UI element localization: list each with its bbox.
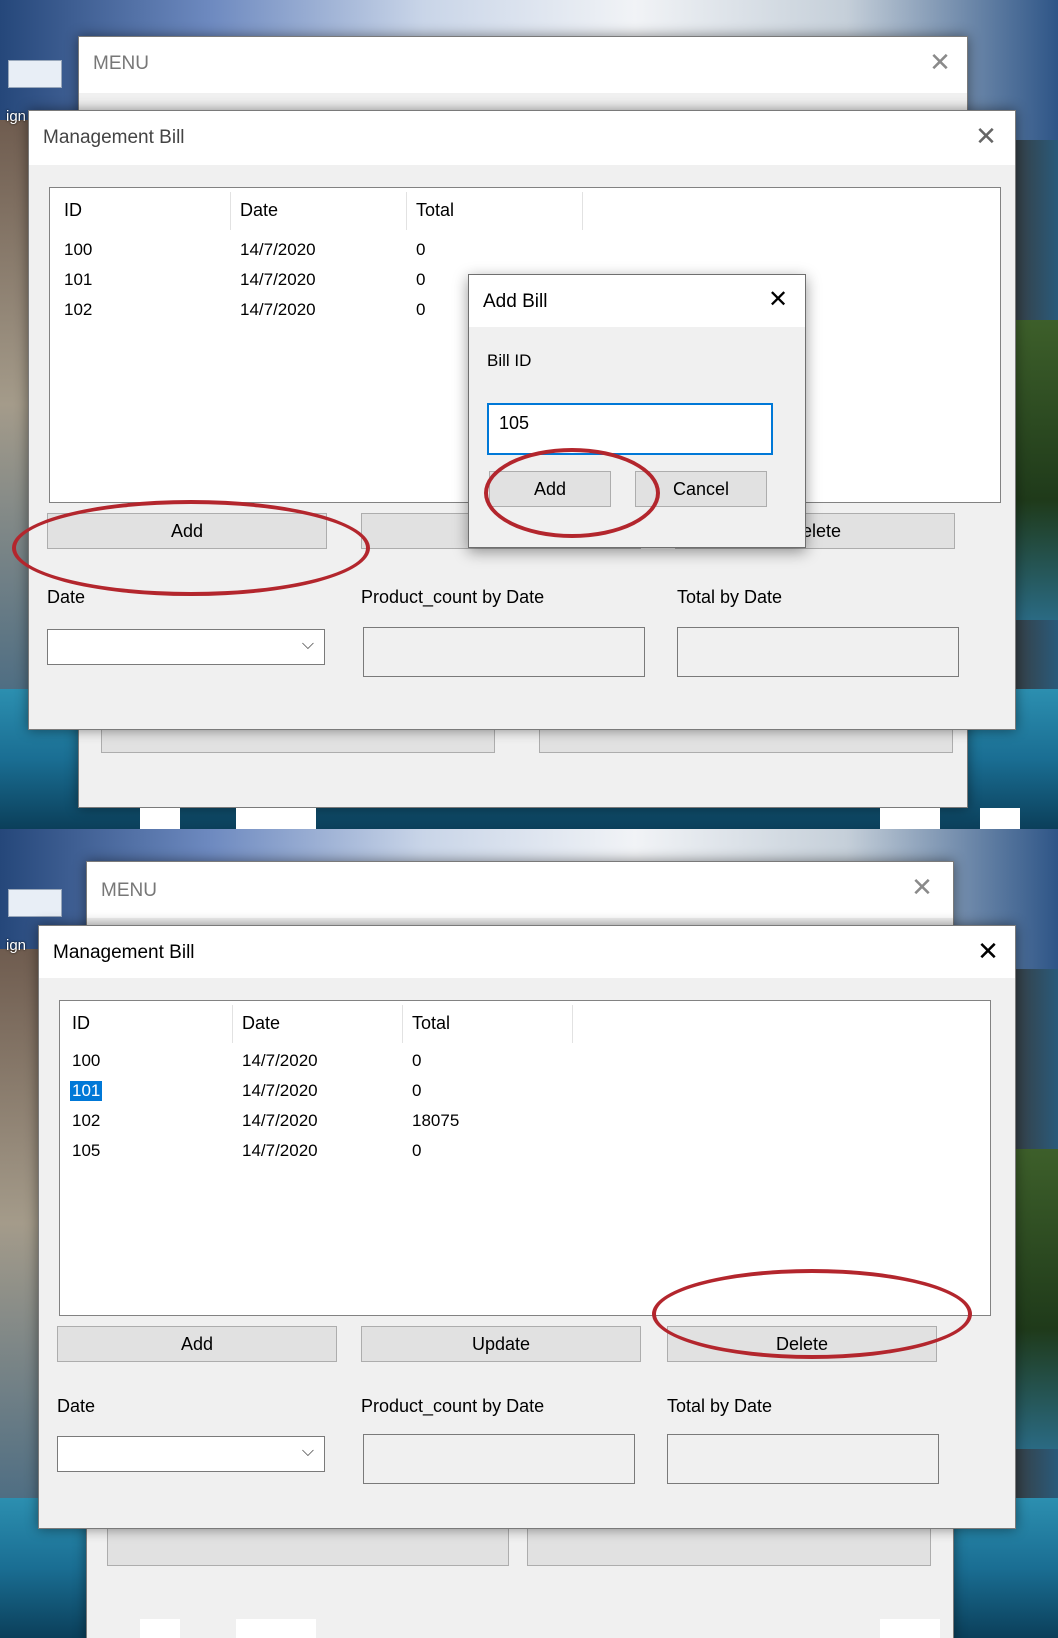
total-field: [677, 627, 959, 677]
window-title: MENU: [101, 880, 157, 901]
add-button[interactable]: Add: [47, 513, 327, 549]
close-icon[interactable]: ✕: [971, 934, 1005, 968]
taskbar-item: [236, 1619, 316, 1638]
chevron-down-icon[interactable]: ⌵: [302, 636, 314, 654]
row-date: 14/7/2020: [240, 300, 316, 319]
row-id[interactable]: 105: [72, 1141, 100, 1161]
row-total: 0: [412, 1141, 422, 1160]
row-id[interactable]: 101: [64, 270, 92, 290]
update-button[interactable]: Update: [361, 1326, 641, 1362]
row-date: 14/7/2020: [242, 1111, 318, 1130]
window-title: Management Bill: [53, 942, 195, 963]
close-icon[interactable]: ✕: [923, 45, 957, 79]
dialog-title: Add Bill: [483, 291, 548, 312]
desktop-icon[interactable]: [8, 60, 62, 88]
desktop-icon-label: ign: [6, 937, 27, 954]
add-button[interactable]: Add: [57, 1326, 337, 1362]
window-title: Management Bill: [43, 127, 185, 148]
export-button[interactable]: [527, 1528, 931, 1566]
row-id[interactable]: 102: [72, 1111, 100, 1131]
window-title: MENU: [93, 53, 149, 74]
total-field: [667, 1434, 939, 1484]
row-id[interactable]: 102: [64, 300, 92, 320]
column-header-total[interactable]: Total: [412, 1013, 450, 1034]
date-combobox[interactable]: ⌵: [47, 629, 325, 665]
column-header-total[interactable]: Total: [416, 200, 454, 221]
panel-delete-bill: ign MENU ✕ Management Bill ✕ ID Date Tot…: [0, 829, 1058, 1638]
dialog-add-button[interactable]: Add: [489, 471, 611, 507]
date-label: Date: [47, 587, 86, 607]
bills-list[interactable]: ID Date Total 100 14/7/2020 0 101 14/7/2…: [59, 1000, 991, 1316]
row-date: 14/7/2020: [240, 240, 316, 259]
panel-add-bill: ign MENU ✕ Management Bill ✕ ID Date Tot…: [0, 0, 1058, 829]
close-icon[interactable]: ✕: [905, 870, 939, 904]
row-total: 0: [416, 270, 426, 289]
product-count-label: Product_count by Date: [361, 1396, 545, 1416]
bill-id-label: Bill ID: [487, 351, 532, 370]
total-label: Total by Date: [677, 587, 783, 607]
total-label: Total by Date: [667, 1396, 773, 1416]
delete-button[interactable]: Delete: [667, 1326, 937, 1362]
column-header-date[interactable]: Date: [240, 200, 278, 221]
row-total: 0: [416, 300, 426, 319]
row-id-selected[interactable]: 101: [68, 1080, 104, 1102]
management-bill-window: Management Bill ✕ ID Date Total 100 14/7…: [38, 925, 1016, 1529]
bill-id-input[interactable]: 105: [487, 403, 773, 455]
row-total: 0: [416, 240, 426, 259]
column-header-id[interactable]: ID: [72, 1013, 90, 1034]
product-count-field: [363, 1434, 635, 1484]
row-id[interactable]: 100: [64, 240, 92, 260]
taskbar-item: [236, 808, 316, 829]
taskbar-item: [140, 1619, 180, 1638]
import-button[interactable]: [107, 1528, 509, 1566]
add-bill-dialog: Add Bill ✕ Bill ID 105 Add Cancel: [468, 274, 806, 548]
desktop-icon[interactable]: [8, 889, 62, 917]
close-icon[interactable]: ✕: [969, 119, 1003, 153]
row-date: 14/7/2020: [242, 1081, 318, 1100]
product-count-field: [363, 627, 645, 677]
dialog-cancel-button[interactable]: Cancel: [635, 471, 767, 507]
product-count-label: Product_count by Date: [361, 587, 545, 607]
chevron-down-icon[interactable]: ⌵: [302, 1443, 314, 1461]
row-id[interactable]: 100: [72, 1051, 100, 1071]
date-label: Date: [57, 1396, 96, 1416]
taskbar-item: [880, 808, 940, 829]
row-date: 14/7/2020: [242, 1141, 318, 1160]
row-total: 18075: [412, 1111, 460, 1130]
row-date: 14/7/2020: [242, 1051, 318, 1070]
column-header-id[interactable]: ID: [64, 200, 82, 221]
desktop-icon-label: ign: [6, 108, 27, 125]
row-total: 0: [412, 1051, 422, 1070]
row-date: 14/7/2020: [240, 270, 316, 289]
taskbar-item: [140, 808, 180, 829]
taskbar-item: [980, 808, 1020, 829]
row-total: 0: [412, 1081, 422, 1100]
close-icon[interactable]: ✕: [761, 283, 795, 317]
column-header-date[interactable]: Date: [242, 1013, 280, 1034]
date-combobox[interactable]: ⌵: [57, 1436, 325, 1472]
taskbar-item: [880, 1619, 940, 1638]
